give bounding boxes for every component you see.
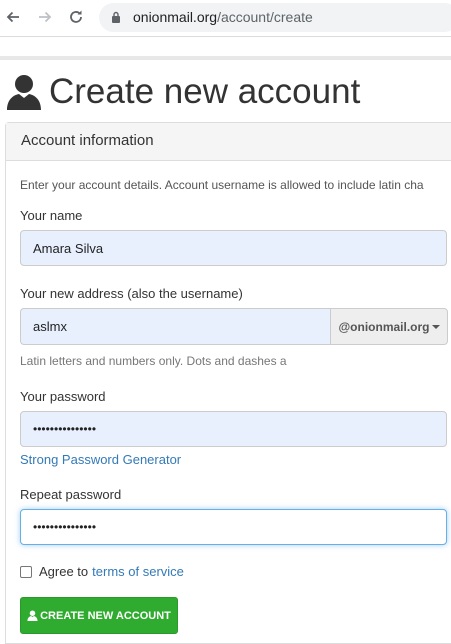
back-button[interactable] [3,7,23,27]
user-icon [7,75,41,110]
reload-icon [70,10,82,23]
terms-of-service-link[interactable]: terms of service [92,564,184,579]
domain-dropdown[interactable]: @onionmail.org [330,308,448,345]
reload-button[interactable] [66,7,86,27]
address-group: aslmx @onionmail.org [20,308,448,345]
repeat-password-label: Repeat password [20,487,122,502]
page-top-border [0,56,451,60]
url-domain: onionmail.org [133,9,218,25]
page-title: Create new account [5,70,360,114]
create-account-button[interactable]: CREATE NEW ACCOUNT [20,597,178,634]
bookmarks-bar [0,36,451,57]
address-input[interactable]: aslmx [20,308,330,345]
agree-checkbox[interactable] [20,565,32,578]
create-account-label: CREATE NEW ACCOUNT [40,609,171,622]
page-title-text: Create new account [49,72,361,111]
arrow-left-icon [6,11,19,23]
address-help-text: Latin letters and numbers only. Dots and… [20,354,287,368]
panel-heading: Account information [6,123,451,161]
name-label: Your name [20,208,83,223]
domain-dropdown-label: @onionmail.org [338,319,430,334]
panel-heading-text: Account information [21,132,154,149]
caret-down-icon [431,324,440,329]
agree-text: Agree to [39,564,89,579]
password-generator-link[interactable]: Strong Password Generator [20,452,181,467]
intro-text: Enter your account details. Account user… [20,178,424,192]
address-bar[interactable]: onionmail.org/account/create [99,3,451,32]
address-label: Your new address (also the username) [20,286,243,301]
lock-icon [112,11,120,23]
repeat-password-input[interactable]: ••••••••••••••• [20,509,447,545]
user-icon [27,610,38,621]
password-label: Your password [20,389,106,404]
name-input[interactable]: Amara Silva [20,230,447,266]
agree-row: Agree to terms of service [20,564,184,579]
url-text: onionmail.org/account/create [133,9,313,25]
url-path: /account/create [217,9,313,25]
browser-toolbar: onionmail.org/account/create [0,0,451,36]
arrow-right-icon [39,11,52,23]
forward-button[interactable] [35,7,55,27]
password-input[interactable]: ••••••••••••••• [20,411,447,447]
